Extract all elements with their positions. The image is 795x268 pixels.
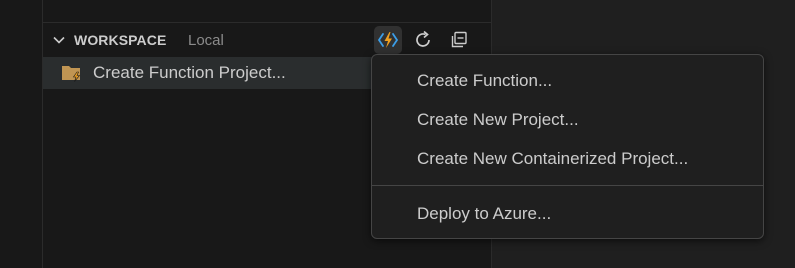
workspace-subtitle: Local <box>188 32 224 49</box>
collapse-all-button[interactable] <box>445 26 473 54</box>
collapse-all-icon <box>451 31 467 48</box>
azure-functions-button[interactable] <box>374 26 402 54</box>
menu-item-create-new-containerized-project[interactable]: Create New Containerized Project... <box>417 149 688 169</box>
folder-lightning-icon <box>62 66 81 82</box>
divider <box>43 22 491 23</box>
azure-functions-icon <box>377 32 399 48</box>
menu-item-create-new-project[interactable]: Create New Project... <box>417 110 579 130</box>
workspace-title: WORKSPACE <box>74 32 167 48</box>
refresh-button[interactable] <box>409 26 437 54</box>
context-menu: Create Function... Create New Project...… <box>371 54 764 239</box>
menu-item-deploy-to-azure[interactable]: Deploy to Azure... <box>417 204 551 224</box>
activity-bar <box>0 0 42 268</box>
refresh-icon <box>416 30 430 47</box>
chevron-down-icon[interactable] <box>51 32 67 48</box>
menu-separator <box>372 185 763 186</box>
vscode-window: WORKSPACE Local Create Function Project.… <box>0 0 795 268</box>
menu-item-create-function[interactable]: Create Function... <box>417 71 552 91</box>
workspace-section-header[interactable]: WORKSPACE Local <box>43 26 491 54</box>
tree-item-label: Create Function Project... <box>93 63 286 82</box>
